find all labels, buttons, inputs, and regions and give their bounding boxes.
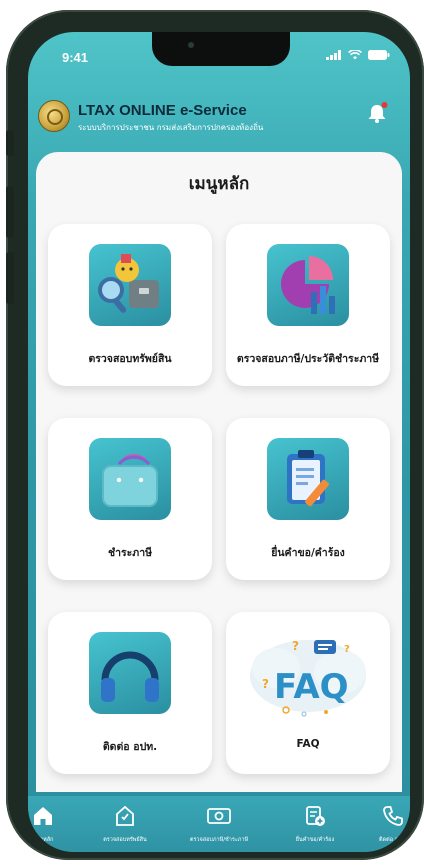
tax-history-chart-icon bbox=[267, 244, 349, 326]
volume-down-button bbox=[6, 252, 14, 304]
volume-up-button bbox=[6, 186, 14, 238]
nav-label: ตรวจสอบภาษี/ชำระภาษี bbox=[189, 837, 249, 843]
faq-icon: ? ? ? FAQ bbox=[250, 639, 366, 717]
nav-label: หน้าหลัก bbox=[32, 837, 54, 843]
money-icon bbox=[207, 808, 231, 824]
menu-card-label: ยื่นคำขอ/คำร้อง bbox=[271, 547, 345, 559]
signal-icon bbox=[326, 50, 341, 60]
nav-contact[interactable]: ติดต่อ อปท. bbox=[358, 796, 410, 852]
property-search-icon bbox=[89, 244, 171, 326]
svg-text:?: ? bbox=[262, 677, 269, 691]
camera-notch bbox=[152, 32, 290, 66]
front-camera bbox=[188, 42, 194, 48]
svg-text:?: ? bbox=[292, 639, 299, 653]
nav-property[interactable]: ตรวจสอบทรัพย์สิน bbox=[90, 796, 160, 852]
menu-card-pay-tax[interactable]: ชำระภาษี bbox=[48, 418, 212, 580]
menu-card-label: ติดต่อ อปท. bbox=[102, 741, 158, 753]
nav-request[interactable]: ยื่นคำขอ/คำร้อง bbox=[280, 796, 350, 852]
payment-bag-icon bbox=[89, 438, 171, 520]
app-subtitle: ระบบบริการประชาชน กรมส่งเสริมการปกครองท้… bbox=[78, 123, 264, 132]
app-screen: 9:41 LTAX ONLINE e-Service ระบบบริการประ… bbox=[28, 32, 410, 852]
menu-card-request[interactable]: ยื่นคำขอ/คำร้อง bbox=[226, 418, 390, 580]
menu-card-label: ตรวจสอบทรัพย์สิน bbox=[88, 353, 172, 365]
nav-label: ตรวจสอบทรัพย์สิน bbox=[103, 837, 147, 843]
menu-card-label: FAQ bbox=[296, 738, 320, 750]
dla-logo bbox=[38, 100, 70, 132]
headphones-icon bbox=[89, 632, 171, 714]
menu-card-tax-history[interactable]: ตรวจสอบภาษี/ประวัติชำระภาษี bbox=[226, 224, 390, 386]
app-header: LTAX ONLINE e-Service ระบบบริการประชาชน … bbox=[38, 100, 400, 136]
status-icons bbox=[326, 50, 390, 60]
menu-card-label: ตรวจสอบภาษี/ประวัติชำระภาษี bbox=[236, 353, 380, 365]
main-menu-panel: เมนูหลัก ตรวจสอบทรัพย์สิน ตรวจสอบภาษี/ปร… bbox=[36, 152, 402, 792]
nav-label: ยื่นคำขอ/คำร้อง bbox=[295, 837, 335, 843]
phone-icon bbox=[383, 806, 403, 826]
home-icon bbox=[34, 807, 52, 825]
property-icon bbox=[116, 805, 134, 826]
notification-bell-icon[interactable] bbox=[364, 100, 390, 126]
menu-card-property[interactable]: ตรวจสอบทรัพย์สิน bbox=[48, 224, 212, 386]
nav-tax[interactable]: ตรวจสอบภาษี/ชำระภาษี bbox=[184, 796, 254, 852]
battery-icon bbox=[368, 50, 390, 60]
nav-label: ติดต่อ อปท. bbox=[379, 837, 407, 843]
menu-title: เมนูหลัก bbox=[188, 174, 250, 194]
menu-card-label: ชำระภาษี bbox=[107, 547, 153, 559]
wifi-icon bbox=[348, 50, 362, 60]
phone-frame: 9:41 LTAX ONLINE e-Service ระบบบริการประ… bbox=[6, 10, 424, 860]
menu-card-faq[interactable]: ? ? ? FAQ FAQ bbox=[226, 612, 390, 774]
app-title: LTAX ONLINE e-Service bbox=[78, 102, 247, 119]
svg-text:?: ? bbox=[344, 644, 350, 655]
notification-dot bbox=[381, 102, 388, 108]
nav-home[interactable]: หน้าหลัก bbox=[28, 796, 78, 852]
menu-card-contact[interactable]: ติดต่อ อปท. bbox=[48, 612, 212, 774]
status-time: 9:41 bbox=[62, 50, 89, 65]
document-add-icon bbox=[306, 806, 325, 826]
faq-graphic-text: FAQ bbox=[274, 667, 349, 707]
bottom-navigation: หน้าหลัก ตรวจสอบทรัพย์สิน ตรวจสอบภาษี/ชำ… bbox=[28, 796, 410, 852]
mute-switch bbox=[6, 130, 14, 156]
request-clipboard-icon bbox=[267, 438, 349, 520]
